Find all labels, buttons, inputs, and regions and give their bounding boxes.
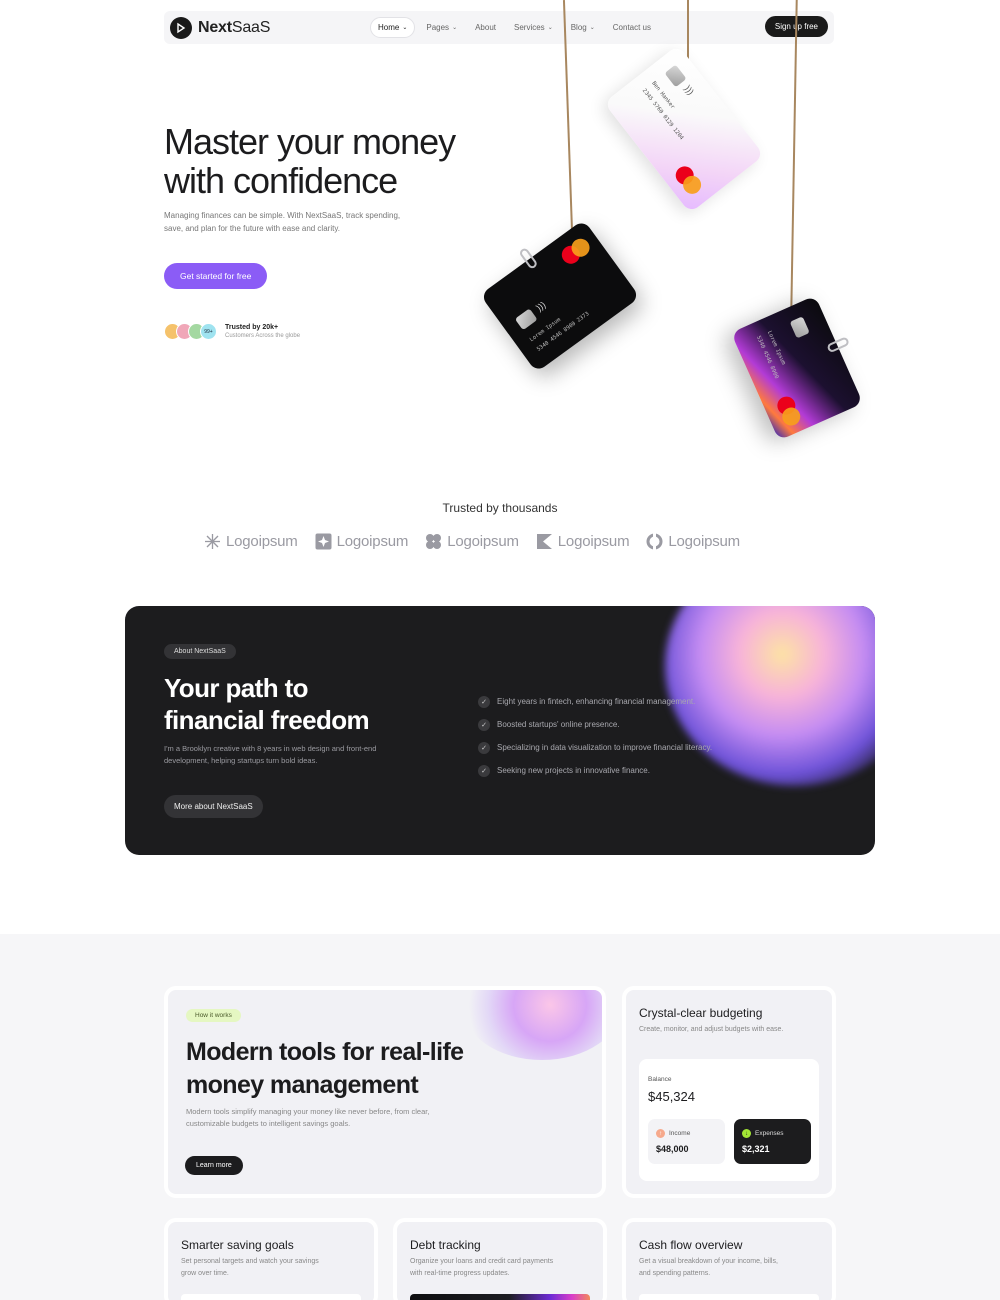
check-icon: ✓	[478, 741, 490, 754]
about-badge: About NextSaaS	[164, 644, 236, 659]
brand-name: NextSaaS	[198, 18, 271, 36]
features-subtitle: Modern tools simplify managing your mone…	[186, 1107, 430, 1128]
avatar-more: 99+	[200, 323, 217, 340]
top-nav: NextSaaS Home ⌄ Pages ⌄ About Services ⌄ Bl…	[164, 11, 834, 44]
chevron-down-icon: ⌄	[547, 25, 553, 31]
expenses-tile: ↓ Expenses $2,321	[734, 1119, 811, 1164]
income-icon: ↑	[656, 1129, 665, 1138]
cashflow-widget	[639, 1294, 819, 1300]
trusted-heading: Trusted by thousands	[442, 501, 558, 515]
checklist-item: ✓ Boosted startups' online presence.	[478, 713, 712, 736]
feature-cashflow-card: Cash flow overview Get a visual breakdow…	[622, 1218, 836, 1300]
partner-logos: Logoipsum Logoipsum Logoipsum Logoipsum …	[204, 533, 740, 550]
feature-budgeting-card: Crystal-clear budgeting Create, monitor,…	[622, 986, 836, 1198]
credit-card-dark: ))) Lorem Ipsum 5340 4546 8900 2373	[480, 219, 640, 373]
paperclip-icon	[826, 336, 850, 354]
contactless-icon: )))	[682, 83, 696, 97]
card-subtitle: Create, monitor, and adjust budgets with…	[639, 1026, 784, 1033]
nav-about[interactable]: About	[468, 18, 503, 37]
how-it-works-badge: How it works	[186, 1009, 241, 1022]
checklist-item: ✓ Specializing in data visualization to i…	[478, 736, 712, 759]
partner-logo: Logoipsum	[536, 533, 630, 550]
about-title: Your path to financial freedom	[164, 673, 370, 735]
income-tile: ↑ Income $48,000	[648, 1119, 725, 1164]
card-title: Smarter saving goals	[181, 1238, 294, 1252]
hero-subtitle: Managing finances can be simple. With Ne…	[164, 211, 401, 233]
contactless-icon: )))	[534, 299, 548, 313]
partner-logo: Logoipsum	[425, 533, 519, 550]
card-chip-icon	[789, 316, 810, 339]
logo-icon	[170, 16, 192, 39]
check-icon: ✓	[478, 718, 490, 731]
card-title: Debt tracking	[410, 1238, 481, 1252]
trust-indicator: 99+ Trusted by 20k+ Customers Across the…	[164, 323, 300, 340]
partner-logo: Logoipsum	[204, 533, 298, 550]
chevron-down-icon: ⌄	[589, 25, 595, 31]
mastercard-icon	[558, 235, 594, 268]
ring-logo-icon	[646, 533, 663, 550]
nav-services[interactable]: Services ⌄	[507, 18, 560, 37]
feature-main-panel: How it works Modern tools for real-life m…	[164, 986, 606, 1198]
about-section: About NextSaaS Your path to financial fre…	[125, 606, 875, 855]
nav-blog[interactable]: Blog ⌄	[564, 18, 602, 37]
balance-widget: Balance $45,324 ↑ Income $48,000 ↓ Expense…	[639, 1059, 819, 1181]
card-chip-icon	[664, 64, 687, 88]
card-title: Crystal-clear budgeting	[639, 1006, 763, 1020]
hero-title: Master your money with confidence	[164, 121, 456, 201]
credit-card-gradient: Lorem Ipsum 5340 4546 8900	[730, 295, 864, 441]
chevron-down-icon: ⌄	[402, 25, 408, 31]
income-value: $48,000	[656, 1144, 689, 1154]
card-subtitle: Set personal targets and watch your savi…	[181, 1258, 319, 1277]
balance-label: Balance	[648, 1076, 672, 1083]
checklist-item: ✓ Eight years in fintech, enhancing finan…	[478, 690, 712, 713]
card-title: Cash flow overview	[639, 1238, 743, 1252]
savings-widget	[181, 1294, 361, 1300]
debt-card-preview	[410, 1294, 590, 1300]
credit-card-light: ))) Ben Hanker 2345 5760 0129 1204	[603, 44, 765, 214]
chevron-logo-icon	[536, 534, 552, 549]
about-subtitle: I'm a Brooklyn creative with 8 years in …	[164, 744, 377, 765]
nav-home[interactable]: Home ⌄	[370, 17, 416, 38]
nav-links: Home ⌄ Pages ⌄ About Services ⌄ Blog ⌄ Conta…	[370, 17, 658, 38]
mastercard-icon	[672, 162, 705, 198]
check-icon: ✓	[478, 764, 490, 777]
balance-value: $45,324	[648, 1089, 695, 1104]
avatar-group: 99+	[164, 323, 217, 340]
brand-logo[interactable]: NextSaaS	[170, 16, 271, 39]
square-star-icon	[315, 533, 332, 550]
mastercard-icon	[774, 393, 804, 429]
feature-saving-card: Smarter saving goals Set personal target…	[164, 1218, 378, 1300]
chevron-down-icon: ⌄	[452, 25, 458, 31]
card-subtitle: Organize your loans and credit card paym…	[410, 1258, 554, 1277]
learn-more-button[interactable]: Learn more	[185, 1156, 243, 1175]
partner-logo: Logoipsum	[646, 533, 740, 550]
about-checklist: ✓ Eight years in fintech, enhancing finan…	[478, 690, 712, 782]
trusted-count: Trusted by 20k+	[225, 324, 279, 331]
expenses-icon: ↓	[742, 1129, 751, 1138]
starburst-icon	[205, 534, 220, 549]
check-icon: ✓	[478, 695, 490, 708]
nav-pages[interactable]: Pages ⌄	[419, 18, 464, 37]
get-started-button[interactable]: Get started for free	[164, 263, 268, 289]
expenses-value: $2,321	[742, 1144, 770, 1154]
paperclip-icon	[518, 246, 539, 270]
checklist-item: ✓ Seeking new projects in innovative fina…	[478, 759, 712, 782]
trusted-caption: Customers Across the globe	[225, 333, 301, 339]
features-title: Modern tools for real-life money manageme…	[186, 1038, 464, 1099]
card-chip-icon	[514, 308, 538, 331]
partner-logo: Logoipsum	[315, 533, 408, 550]
nav-contact[interactable]: Contact us	[606, 18, 658, 37]
string-line	[790, 0, 798, 312]
feature-debt-card: Debt tracking Organize your loans and cr…	[393, 1218, 607, 1300]
more-about-button[interactable]: More about NextSaaS	[164, 795, 263, 818]
card-subtitle: Get a visual breakdown of your income, b…	[639, 1258, 778, 1277]
clover-icon	[426, 534, 442, 549]
